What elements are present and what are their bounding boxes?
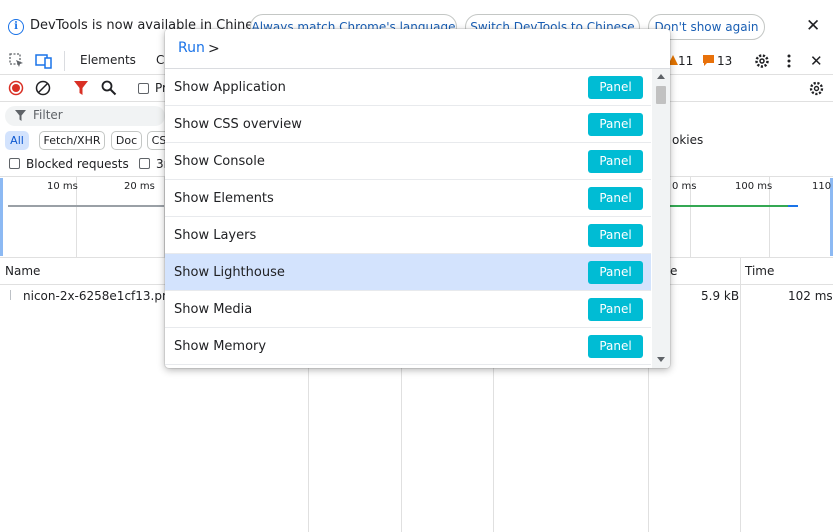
warnings-count[interactable]: 11 xyxy=(678,54,693,68)
command-item[interactable]: Show Media Panel xyxy=(165,291,651,328)
tab-console[interactable]: C xyxy=(156,53,164,67)
scroll-thumb[interactable] xyxy=(656,86,666,104)
settings-gear-icon[interactable] xyxy=(753,52,771,70)
request-time: 102 ms xyxy=(788,289,833,303)
cookies-label: okies xyxy=(672,133,704,147)
column-header-name[interactable]: Name xyxy=(5,264,40,278)
filter-funnel-icon[interactable] xyxy=(74,81,88,95)
command-item-label: Show Media xyxy=(174,302,253,317)
tick-label: 110 xyxy=(812,181,832,192)
command-item-label: Show Memory xyxy=(174,339,267,354)
command-item[interactable]: Show CSS overview Panel xyxy=(165,106,651,143)
toolbar-divider xyxy=(64,51,65,71)
command-category-badge: Panel xyxy=(588,335,643,358)
tick-label: 100 ms xyxy=(735,181,773,192)
scroll-down-arrow-icon[interactable] xyxy=(657,357,665,362)
command-item-label: Show Application xyxy=(174,80,286,95)
request-size: 5.9 kB xyxy=(701,289,740,303)
command-item-label: Show Elements xyxy=(174,191,274,206)
command-category-badge: Panel xyxy=(588,298,643,321)
chip-all[interactable]: All xyxy=(5,131,29,150)
column-header-time[interactable]: Time xyxy=(745,264,774,278)
run-label: Run xyxy=(178,40,205,56)
chip-fetch-xhr[interactable]: Fetch/XHR xyxy=(39,131,105,150)
search-icon[interactable] xyxy=(101,80,117,96)
command-item[interactable]: Show Application Panel xyxy=(165,69,651,106)
issues-icon xyxy=(703,55,714,66)
inspect-element-icon[interactable] xyxy=(9,53,25,69)
waterfall-download-bar xyxy=(670,205,788,207)
waterfall-waiting-bar xyxy=(8,205,164,207)
preserve-log-checkbox[interactable] xyxy=(138,83,149,94)
clear-icon[interactable] xyxy=(35,80,51,96)
scroll-up-arrow-icon[interactable] xyxy=(657,74,665,79)
close-devtools-icon[interactable]: ✕ xyxy=(810,52,823,70)
network-settings-gear-icon[interactable] xyxy=(808,80,825,97)
command-category-badge: Panel xyxy=(588,224,643,247)
command-category-badge: Panel xyxy=(588,150,643,173)
command-item-label: Show Lighthouse xyxy=(174,265,285,280)
request-name[interactable]: nicon-2x-6258e1cf13.png xyxy=(23,289,177,303)
record-stop-icon[interactable] xyxy=(8,80,24,96)
command-item[interactable]: Show Memory Panel xyxy=(165,328,651,365)
command-item[interactable]: Show Elements Panel xyxy=(165,180,651,217)
issues-count[interactable]: 13 xyxy=(717,54,732,68)
command-prompt-row: Run xyxy=(165,29,670,69)
tick-label: 0 ms xyxy=(672,181,697,192)
blocked-requests-checkbox[interactable] xyxy=(9,158,20,169)
timeline-left-handle[interactable] xyxy=(0,178,3,256)
file-icon xyxy=(10,290,11,300)
command-item[interactable]: Show Console Panel xyxy=(165,143,651,180)
tick-label: 20 ms xyxy=(124,181,155,192)
filter-input[interactable] xyxy=(5,106,165,126)
command-list-scrollbar[interactable] xyxy=(652,69,670,368)
filter-placeholder: Filter xyxy=(33,108,63,122)
tick-label: 10 ms xyxy=(47,181,78,192)
info-icon: i xyxy=(8,19,24,35)
command-category-badge: Panel xyxy=(588,113,643,136)
command-palette: Run Show ApplicationPanelShow CSS overvi… xyxy=(165,29,670,368)
command-item-label: Show Console xyxy=(174,154,265,169)
blocked-requests-label: Blocked requests xyxy=(26,157,129,171)
device-toolbar-icon[interactable] xyxy=(35,53,53,69)
command-item-label: Show Layers xyxy=(174,228,257,243)
command-category-badge: Panel xyxy=(588,76,643,99)
column-header-size[interactable]: e xyxy=(670,264,677,278)
command-category-badge: Panel xyxy=(588,261,643,284)
close-icon[interactable]: ✕ xyxy=(806,16,820,36)
chip-doc[interactable]: Doc xyxy=(111,131,142,150)
command-list: Show Application Panel Show CSS overview Pa… xyxy=(165,69,651,368)
waterfall-end-bar xyxy=(788,205,798,207)
command-category-badge: Panel xyxy=(588,187,643,210)
filter-icon xyxy=(15,110,26,121)
command-item[interactable]: Show Lighthouse Panel xyxy=(165,254,651,291)
tab-elements[interactable]: Elements xyxy=(80,53,136,67)
third-party-checkbox[interactable] xyxy=(139,158,150,169)
more-options-icon[interactable] xyxy=(786,53,792,69)
command-item[interactable]: Show Layers Panel xyxy=(165,217,651,254)
command-item-label: Show CSS overview xyxy=(174,117,302,132)
command-input[interactable] xyxy=(208,37,648,61)
